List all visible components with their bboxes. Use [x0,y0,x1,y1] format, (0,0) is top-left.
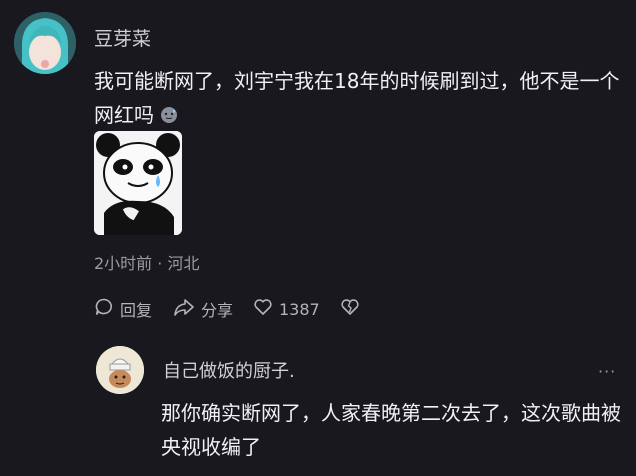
like-button[interactable]: 1387 [253,298,320,320]
reply-text: 那你确实断网了，人家春晚第二次去了，这次歌曲被央视收编了 [161,401,621,459]
broken-heart-icon [340,297,366,321]
share-arrow-icon [173,297,201,321]
more-dots-icon[interactable]: ··· [598,362,616,381]
share-button[interactable]: 分享 [173,298,233,320]
like-count: 1387 [279,299,320,319]
share-label: 分享 [201,301,234,320]
comment-text: 我可能断网了，刘宇宁我在18年的时候刷到过，他不是一个网红吗 [94,64,624,132]
comment-meta: 2小时前 · 河北 [94,254,200,273]
dislike-button[interactable] [340,298,366,320]
comment-bubble-icon [94,297,120,321]
sweat-emoji-icon [160,100,178,123]
heart-icon [253,297,279,321]
reply-username[interactable]: 自己做饭的厨子. [163,357,295,383]
user-avatar[interactable] [14,12,76,74]
panda-sticker-image[interactable] [94,131,182,235]
comment-username[interactable]: 豆芽菜 [94,24,151,51]
reply-label: 回复 [120,301,153,320]
reply-button[interactable]: 回复 [94,298,152,320]
reply-user-avatar[interactable] [96,346,144,394]
